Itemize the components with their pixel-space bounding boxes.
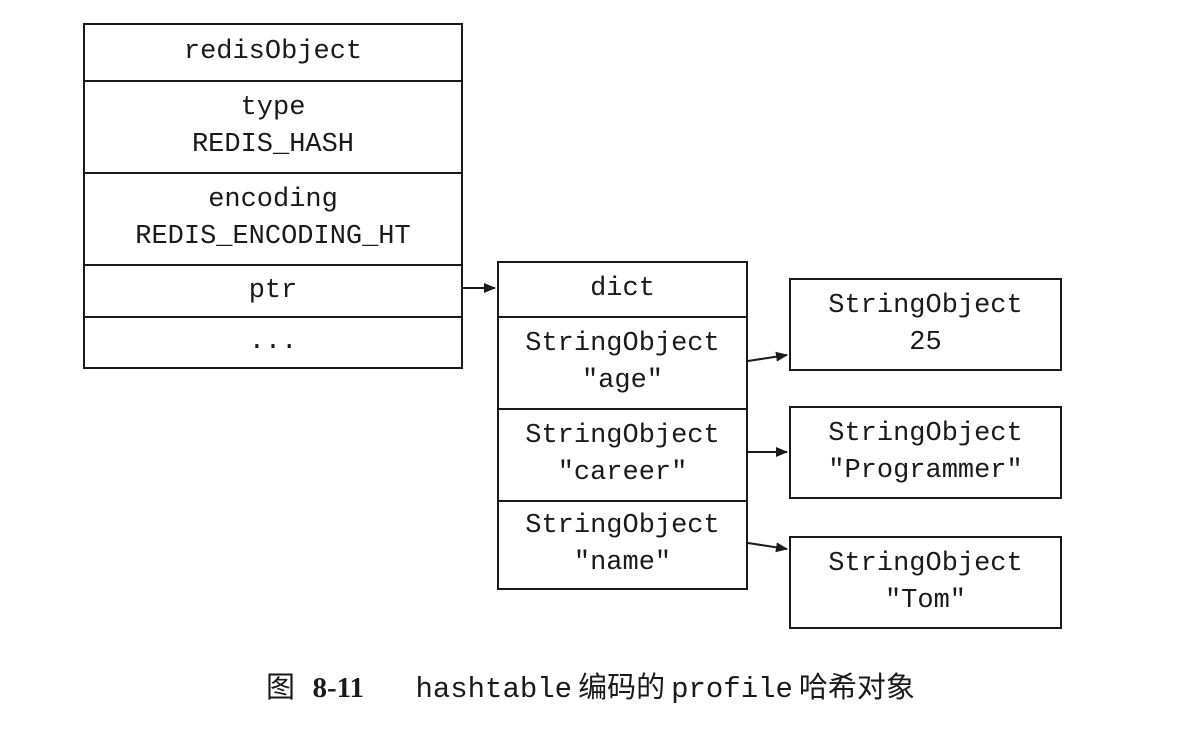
- key-name: "career": [557, 458, 688, 488]
- ellipsis-field: ...: [85, 316, 461, 367]
- value-text: 25: [909, 327, 942, 358]
- caption-text-end: 哈希对象: [798, 670, 915, 704]
- key-name: "age": [581, 366, 663, 396]
- value-text: "Programmer": [828, 455, 1023, 486]
- redis-object-header-text: redisObject: [183, 37, 363, 67]
- redis-object-header: redisObject: [85, 25, 461, 80]
- key-type: StringObject: [525, 329, 720, 359]
- ellipsis-text: ...: [248, 327, 298, 357]
- dict-box: dict StringObject "age" StringObject "ca…: [497, 261, 748, 590]
- object-name: profile: [671, 673, 793, 706]
- encoding-name: hashtable: [415, 673, 573, 706]
- dict-header-text: dict: [590, 274, 655, 304]
- figure-label: 图: [266, 670, 296, 704]
- ptr-field: ptr: [85, 264, 461, 316]
- redis-object-box: redisObject type REDIS_HASH encoding RED…: [83, 23, 463, 369]
- key-name: "name": [573, 548, 672, 578]
- dict-entry-key: StringObject "career": [499, 408, 746, 500]
- value-type: StringObject: [828, 290, 1023, 321]
- ptr-label: ptr: [248, 275, 298, 306]
- dict-header: dict: [499, 263, 746, 316]
- key-type: StringObject: [525, 421, 720, 451]
- value-object-box: StringObject "Programmer": [789, 406, 1062, 499]
- value-text: "Tom": [884, 585, 966, 616]
- figure-number: 8-11: [312, 672, 365, 704]
- dict-entry-key: StringObject "age": [499, 316, 746, 408]
- value-type: StringObject: [828, 418, 1023, 449]
- figure-caption: 图 8-11 hashtable 编码的 profile 哈希对象: [0, 664, 1181, 706]
- value-object-box: StringObject 25: [789, 278, 1062, 371]
- age-to-value-arrow: [747, 351, 788, 362]
- value-type: StringObject: [828, 548, 1023, 579]
- type-label: type: [240, 93, 306, 123]
- encoding-value: REDIS_ENCODING_HT: [135, 222, 411, 252]
- encoding-field: encoding REDIS_ENCODING_HT: [85, 172, 461, 264]
- caption-text-middle: 编码的: [578, 670, 666, 704]
- type-field: type REDIS_HASH: [85, 80, 461, 172]
- dict-entry-key: StringObject "name": [499, 500, 746, 588]
- encoding-label: encoding: [208, 185, 338, 215]
- key-type: StringObject: [525, 511, 720, 541]
- name-to-value-arrow: [747, 542, 788, 553]
- value-object-box: StringObject "Tom": [789, 536, 1062, 629]
- type-value: REDIS_HASH: [191, 130, 355, 160]
